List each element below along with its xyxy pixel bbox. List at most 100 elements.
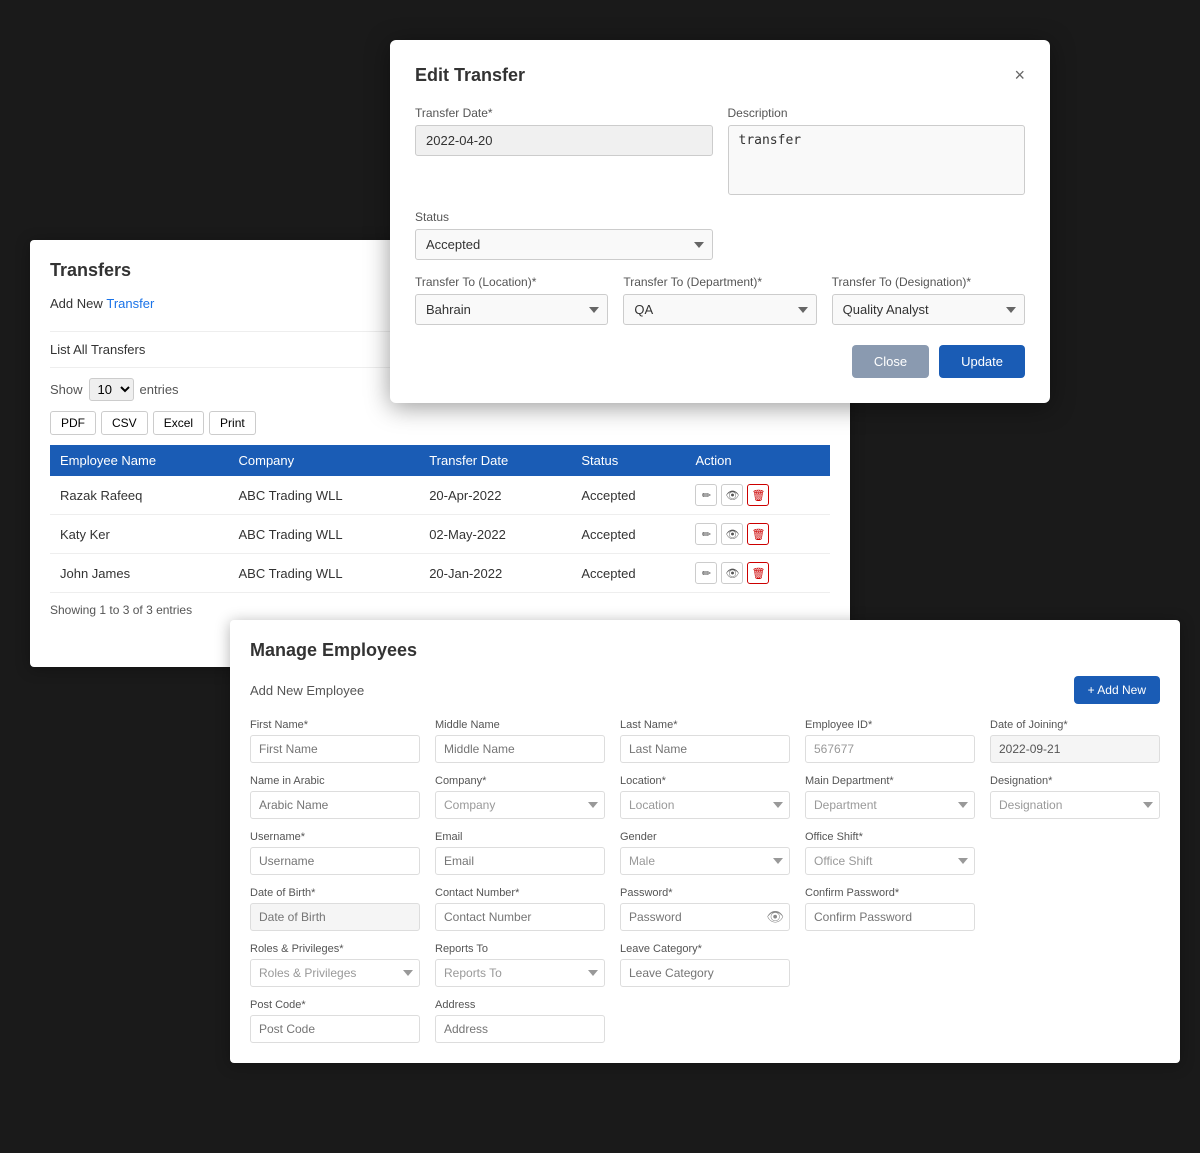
email-input[interactable] [435, 847, 605, 875]
pdf-button[interactable]: PDF [50, 411, 96, 435]
employee-id-label: Employee ID* [805, 719, 975, 731]
add-employee-label: Add New Employee [250, 683, 364, 698]
transfer-designation-label: Transfer To (Designation)* [832, 275, 1025, 289]
company-field: Company* Company [435, 775, 605, 819]
close-modal-button[interactable]: Close [852, 345, 929, 378]
username-input[interactable] [250, 847, 420, 875]
transfer-date-label: Transfer Date* [415, 106, 713, 120]
employee-id-field: Employee ID* [805, 719, 975, 763]
password-input[interactable] [620, 903, 790, 931]
date-of-joining-input[interactable] [990, 735, 1160, 763]
confirm-password-input[interactable] [805, 903, 975, 931]
add-new-transfer-link[interactable]: Transfer [106, 296, 154, 311]
table-row: Razak Rafeeq ABC Trading WLL 20-Apr-2022… [50, 476, 830, 515]
transfers-table: Employee Name Company Transfer Date Stat… [50, 445, 830, 593]
edit-row-button[interactable]: ✏ [695, 562, 717, 584]
password-field: Password* 👁 [620, 887, 790, 931]
reports-to-field: Reports To Reports To [435, 943, 605, 987]
roles-privileges-field: Roles & Privileges* Roles & Privileges [250, 943, 420, 987]
entries-select[interactable]: 10 25 50 [89, 378, 134, 401]
date-of-joining-label: Date of Joining* [990, 719, 1160, 731]
location-select[interactable]: Location [620, 791, 790, 819]
cell-action: ✏ 👁 🗑 [685, 515, 830, 554]
date-of-joining-field: Date of Joining* [990, 719, 1160, 763]
modal-title: Edit Transfer [415, 65, 525, 86]
office-shift-select[interactable]: Office Shift [805, 847, 975, 875]
username-label: Username* [250, 831, 420, 843]
contact-number-field: Contact Number* [435, 887, 605, 931]
post-code-input[interactable] [250, 1015, 420, 1043]
modal-close-x-button[interactable]: × [1014, 65, 1025, 86]
add-new-employee-button[interactable]: + Add New [1074, 676, 1160, 704]
first-name-label: First Name* [250, 719, 420, 731]
transfer-department-select[interactable]: QA [623, 294, 816, 325]
transfer-date-input[interactable] [415, 125, 713, 156]
table-row: Katy Ker ABC Trading WLL 02-May-2022 Acc… [50, 515, 830, 554]
gender-label: Gender [620, 831, 790, 843]
transfer-location-select[interactable]: Bahrain [415, 294, 608, 325]
eye-icon[interactable]: 👁 [766, 909, 784, 926]
address-input[interactable] [435, 1015, 605, 1043]
password-label: Password* [620, 887, 790, 899]
designation-label: Designation* [990, 775, 1160, 787]
email-label: Email [435, 831, 605, 843]
update-button[interactable]: Update [939, 345, 1025, 378]
contact-number-label: Contact Number* [435, 887, 605, 899]
reports-to-select[interactable]: Reports To [435, 959, 605, 987]
cell-date: 02-May-2022 [419, 515, 571, 554]
cell-status: Accepted [571, 515, 685, 554]
cell-action: ✏ 👁 🗑 [685, 476, 830, 515]
cell-status: Accepted [571, 476, 685, 515]
transfer-designation-select[interactable]: Quality Analyst [832, 294, 1025, 325]
edit-row-button[interactable]: ✏ [695, 523, 717, 545]
entries-label: entries [140, 382, 179, 397]
leave-category-input[interactable] [620, 959, 790, 987]
list-all-link[interactable]: List All Transfers [50, 342, 145, 357]
name-in-arabic-label: Name in Arabic [250, 775, 420, 787]
view-row-button[interactable]: 👁 [721, 523, 743, 545]
show-label: Show [50, 382, 83, 397]
company-select[interactable]: Company [435, 791, 605, 819]
transfer-location-label: Transfer To (Location)* [415, 275, 608, 289]
edit-transfer-modal: Edit Transfer × Transfer Date* Descripti… [390, 40, 1050, 403]
cell-company: ABC Trading WLL [229, 554, 420, 593]
col-employee-name: Employee Name [50, 445, 229, 476]
contact-number-input[interactable] [435, 903, 605, 931]
location-label: Location* [620, 775, 790, 787]
last-name-input[interactable] [620, 735, 790, 763]
date-of-birth-input[interactable] [250, 903, 420, 931]
name-in-arabic-input[interactable] [250, 791, 420, 819]
print-button[interactable]: Print [209, 411, 256, 435]
cell-status: Accepted [571, 554, 685, 593]
middle-name-input[interactable] [435, 735, 605, 763]
name-in-arabic-field: Name in Arabic [250, 775, 420, 819]
gender-select[interactable]: Male Female [620, 847, 790, 875]
main-department-field: Main Department* Department [805, 775, 975, 819]
first-name-input[interactable] [250, 735, 420, 763]
roles-privileges-select[interactable]: Roles & Privileges [250, 959, 420, 987]
leave-category-field: Leave Category* [620, 943, 790, 987]
employee-id-input[interactable] [805, 735, 975, 763]
description-textarea[interactable]: transfer [728, 125, 1026, 195]
col-status: Status [571, 445, 685, 476]
view-row-button[interactable]: 👁 [721, 484, 743, 506]
edit-row-button[interactable]: ✏ [695, 484, 717, 506]
last-name-field: Last Name* [620, 719, 790, 763]
showing-entries: Showing 1 to 3 of 3 entries [50, 603, 830, 617]
cell-action: ✏ 👁 🗑 [685, 554, 830, 593]
manage-employees-title: Manage Employees [250, 640, 1160, 661]
designation-select[interactable]: Designation [990, 791, 1160, 819]
view-row-button[interactable]: 👁 [721, 562, 743, 584]
delete-row-button[interactable]: 🗑 [747, 562, 769, 584]
delete-row-button[interactable]: 🗑 [747, 523, 769, 545]
manage-employees-panel: Manage Employees Add New Employee + Add … [230, 620, 1180, 1063]
main-department-select[interactable]: Department [805, 791, 975, 819]
csv-button[interactable]: CSV [101, 411, 148, 435]
delete-row-button[interactable]: 🗑 [747, 484, 769, 506]
middle-name-label: Middle Name [435, 719, 605, 731]
add-new-label: Add New [50, 296, 106, 311]
col-transfer-date: Transfer Date [419, 445, 571, 476]
status-select[interactable]: Accepted Pending Rejected [415, 229, 713, 260]
office-shift-label: Office Shift* [805, 831, 975, 843]
excel-button[interactable]: Excel [153, 411, 204, 435]
